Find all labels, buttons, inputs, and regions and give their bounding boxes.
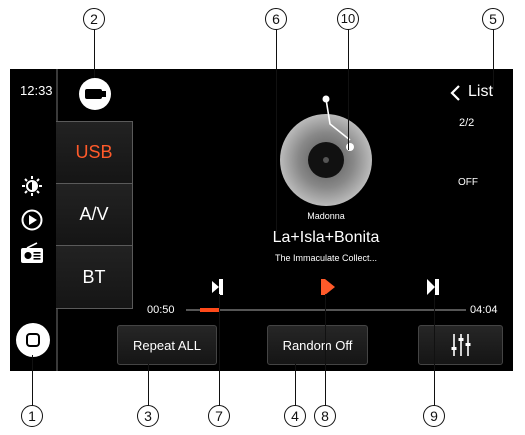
tab-bt[interactable]: BT: [56, 245, 133, 309]
equalizer-icon: [451, 334, 470, 356]
callout-3: 3: [137, 405, 159, 427]
tab-usb[interactable]: USB: [56, 121, 133, 183]
track-title: La+Isla+Bonita: [272, 229, 380, 246]
equalizer-button[interactable]: [418, 325, 503, 365]
random-status: OFF: [458, 177, 478, 188]
track-artist: Madonna: [307, 211, 345, 221]
callout-leader-6: [276, 28, 278, 232]
callout-6: 6: [265, 8, 287, 30]
callout-2: 2: [83, 8, 105, 30]
callout-leader-4: [295, 364, 297, 409]
list-count: 2/2: [459, 117, 475, 129]
elapsed-time: 00:50: [147, 304, 175, 316]
callout-leader-3: [148, 364, 150, 409]
total-time: 04:04: [470, 304, 498, 316]
callout-leader-5: [493, 28, 495, 90]
callout-leader-9: [434, 294, 436, 409]
tonearm: [318, 94, 358, 154]
callout-4: 4: [284, 405, 306, 427]
tab-usb-label: USB: [75, 142, 113, 162]
clock: 12:33: [20, 83, 53, 98]
track-album: The Immaculate Collect...: [274, 253, 378, 263]
list-label: List: [468, 83, 493, 100]
callout-8: 8: [314, 405, 336, 427]
tab-av-label: A/V: [79, 204, 109, 224]
repeat-button[interactable]: Repeat ALL: [117, 325, 217, 365]
callout-7: 7: [208, 405, 230, 427]
radio-icon[interactable]: [20, 242, 44, 264]
callout-leader-2: [94, 28, 96, 78]
random-label: Random Off: [282, 337, 353, 353]
callout-9: 9: [423, 405, 445, 427]
callout-leader-7: [219, 294, 221, 409]
home-icon: [26, 333, 40, 347]
home-button[interactable]: [16, 323, 50, 357]
random-button[interactable]: Random Off: [267, 325, 368, 365]
play-circle-icon[interactable]: [21, 209, 43, 231]
usb-icon: [79, 78, 111, 110]
callout-leader-1: [32, 355, 34, 409]
chevron-left-icon: [450, 85, 460, 101]
brightness-icon[interactable]: [21, 175, 43, 197]
tab-av[interactable]: A/V: [56, 183, 133, 245]
callout-5: 5: [482, 8, 504, 30]
repeat-label: Repeat ALL: [133, 337, 201, 353]
progress-fill: [200, 308, 220, 312]
callout-10: 10: [337, 8, 359, 30]
callout-1: 1: [21, 405, 43, 427]
tab-bt-label: BT: [82, 266, 106, 287]
callout-leader-8: [325, 294, 327, 409]
callout-leader-10: [348, 28, 350, 150]
